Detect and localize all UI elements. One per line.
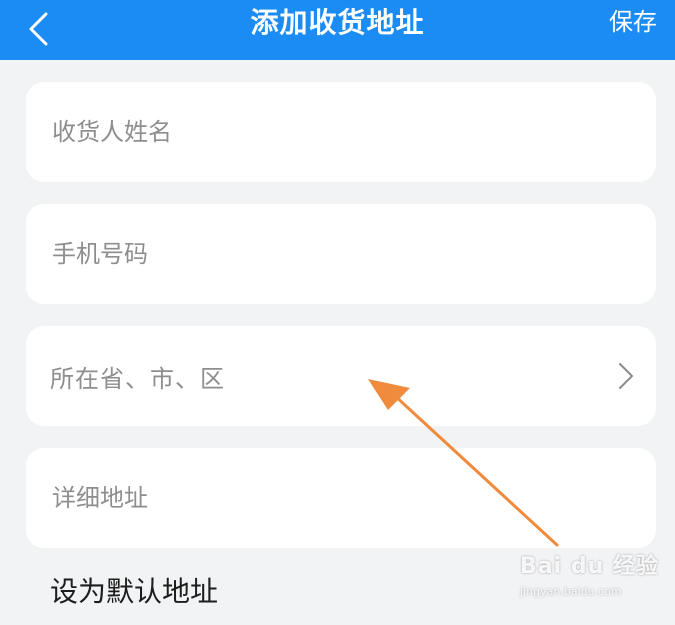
- top-navigation-bar: 添加收货地址 保存: [0, 0, 675, 60]
- set-default-address-label: 设为默认地址: [50, 575, 219, 608]
- page-title: 添加收货地址: [250, 6, 425, 39]
- save-button[interactable]: 保存: [609, 0, 657, 46]
- phone-field-card: [26, 204, 656, 304]
- region-selector-label: 所在省、市、区: [50, 364, 225, 393]
- recipient-name-field-card: [26, 82, 656, 182]
- region-selector[interactable]: 所在省、市、区: [26, 326, 656, 426]
- watermark-url: jingyan.baidu.com: [520, 585, 622, 598]
- detail-address-field-card: [26, 448, 656, 548]
- recipient-name-input[interactable]: [50, 117, 614, 147]
- watermark: Bai du 经验 jingyan.baidu.com: [520, 555, 665, 615]
- chevron-right-icon: [619, 363, 633, 389]
- phone-number-input[interactable]: [50, 239, 614, 269]
- detail-address-input[interactable]: [50, 483, 614, 513]
- watermark-logo: Bai du 经验: [520, 554, 659, 579]
